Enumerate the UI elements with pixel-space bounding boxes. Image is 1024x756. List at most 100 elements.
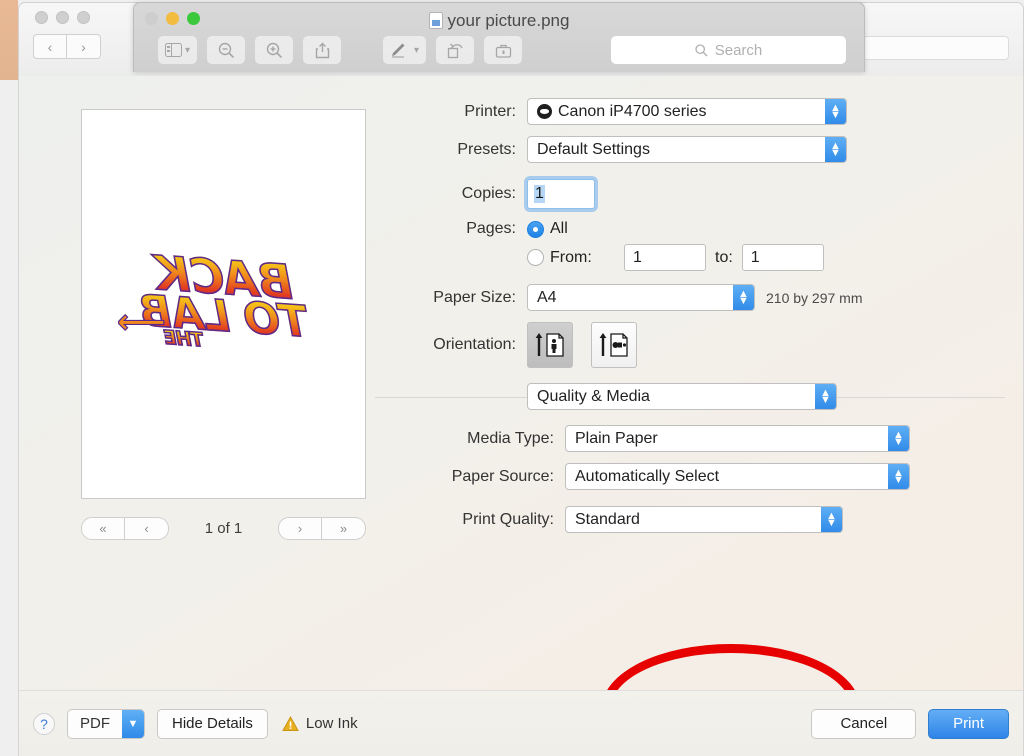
arrow-icon: ⟶ (117, 301, 166, 342)
print-quality-label: Print Quality: (462, 510, 554, 528)
background-window-traffic-lights (35, 11, 90, 24)
help-button[interactable]: ? (33, 712, 55, 735)
print-button[interactable]: Print (928, 708, 1009, 739)
cancel-button[interactable]: Cancel (811, 708, 917, 739)
printer-value: Canon iP4700 series (558, 102, 707, 120)
copies-row: Copies: 1 (375, 179, 1005, 209)
zoom-in-button[interactable] (255, 36, 294, 64)
copies-input[interactable]: 1 (527, 179, 595, 209)
back-button[interactable]: ‹ (33, 34, 67, 59)
pages-from-input[interactable]: 1 (624, 244, 706, 271)
print-preview-page: BACK TO LAB THE ⟶ (81, 109, 366, 499)
print-dialog: BACK TO LAB THE ⟶ « ‹ 1 of 1 › » Printer… (18, 76, 1024, 756)
pdf-button[interactable]: PDF ▼ (67, 708, 145, 739)
landscape-icon (599, 333, 628, 357)
paper-source-row: Paper Source: Automatically Select ▲ ▼ (375, 463, 1005, 490)
pane-select[interactable]: Quality & Media ▲ ▼ (527, 383, 837, 410)
printer-select[interactable]: Canon iP4700 series ▲ ▼ (527, 98, 847, 125)
hide-details-button[interactable]: Hide Details (157, 708, 268, 739)
portrait-icon (535, 333, 564, 357)
paper-source-value: Automatically Select (575, 467, 720, 485)
orientation-landscape-button[interactable] (591, 322, 637, 368)
copies-label: Copies: (461, 185, 516, 202)
page-nav-left-group: « ‹ (81, 517, 169, 540)
media-type-row: Media Type: Plain Paper ▲ ▼ (375, 425, 1005, 452)
warning-icon (282, 715, 299, 731)
stepper-arrows-icon[interactable]: ▲ ▼ (815, 384, 836, 409)
first-page-button[interactable]: « (81, 517, 125, 540)
print-settings: Printer: Canon iP4700 series ▲ ▼ Presets:… (375, 98, 1005, 544)
stepper-arrows-icon[interactable]: ▲ ▼ (825, 137, 846, 162)
share-button[interactable] (303, 36, 342, 64)
pages-all-radio[interactable] (527, 220, 544, 238)
close-icon[interactable] (35, 11, 48, 24)
pages-from-label: From: (550, 248, 592, 266)
paper-size-label: Paper Size: (433, 288, 516, 306)
copies-value: 1 (534, 185, 545, 203)
pages-all-label: All (550, 220, 568, 237)
last-page-button[interactable]: » (322, 517, 366, 540)
pages-all-row: Pages: All (375, 220, 1005, 238)
pdf-button-label: PDF (80, 715, 110, 732)
stepper-arrows-icon[interactable]: ▲ ▼ (733, 285, 754, 310)
pages-range-row: From: 1 to: 1 (375, 244, 1005, 271)
low-ink-label: Low Ink (305, 715, 358, 732)
chevron-down-icon[interactable]: ▼ (122, 709, 144, 738)
window-title-bar: your picture.png (134, 11, 864, 31)
paper-size-row: Paper Size: A4 ▲ ▼ 210 by 297 mm (375, 284, 1005, 311)
paper-source-label: Paper Source: (451, 467, 554, 485)
print-quality-select[interactable]: Standard ▲ ▼ (565, 506, 843, 533)
background-window-nav: ‹ › (33, 34, 101, 59)
pages-to-input[interactable]: 1 (741, 244, 824, 271)
preview-search-field[interactable]: Search (611, 36, 846, 64)
page-nav-right-group: › » (278, 517, 366, 540)
stepper-arrows-icon[interactable]: ▲ ▼ (825, 99, 846, 124)
printer-row: Printer: Canon iP4700 series ▲ ▼ (375, 98, 1005, 125)
chevron-down-icon[interactable]: ▾ (414, 45, 419, 56)
stepper-arrows-icon[interactable]: ▲ ▼ (888, 426, 909, 451)
pages-range-radio[interactable] (527, 249, 544, 266)
search-icon (695, 43, 708, 56)
stepper-arrows-icon[interactable]: ▲ ▼ (821, 507, 842, 532)
paper-size-value: A4 (537, 288, 557, 306)
media-type-value: Plain Paper (575, 429, 658, 447)
rotate-button[interactable] (436, 36, 475, 64)
preview-artwork: BACK TO LAB THE ⟶ (114, 245, 334, 352)
zoom-out-button[interactable] (207, 36, 246, 64)
media-type-select[interactable]: Plain Paper ▲ ▼ (565, 425, 910, 452)
print-quality-value: Standard (575, 510, 640, 528)
low-ink-status: Low Ink (282, 715, 358, 732)
presets-row: Presets: Default Settings ▲ ▼ (375, 136, 1005, 163)
presets-select[interactable]: Default Settings ▲ ▼ (527, 136, 847, 163)
presets-value: Default Settings (537, 140, 650, 158)
presets-label: Presets: (457, 140, 516, 158)
orientation-portrait-button[interactable] (527, 322, 573, 368)
desktop-background (0, 0, 18, 80)
print-quality-row: Print Quality: Standard ▲ ▼ (375, 506, 1005, 533)
pages-to-label: to: (715, 248, 733, 266)
dialog-bottom-bar: ? PDF ▼ Hide Details Low Ink Cancel Prin… (19, 690, 1023, 756)
toolkit-button[interactable] (484, 36, 523, 64)
printer-label: Printer: (464, 102, 516, 120)
forward-button[interactable]: › (67, 34, 101, 59)
paper-source-select[interactable]: Automatically Select ▲ ▼ (565, 463, 910, 490)
page-navigation: « ‹ 1 of 1 › » (81, 517, 366, 540)
preview-toolbar: ▾ ▾ (158, 36, 523, 64)
sidebar-toggle-button[interactable]: ▾ (158, 36, 198, 64)
next-page-button[interactable]: › (278, 517, 322, 540)
maximize-icon[interactable] (77, 11, 90, 24)
media-type-label: Media Type: (467, 429, 554, 447)
orientation-label: Orientation: (433, 336, 516, 353)
screen: ‹ › Search your picture.png ▾ (0, 0, 1024, 756)
minimize-icon[interactable] (56, 11, 69, 24)
stepper-arrows-icon[interactable]: ▲ ▼ (888, 464, 909, 489)
preview-search-placeholder: Search (714, 41, 763, 59)
paper-size-select[interactable]: A4 ▲ ▼ (527, 284, 755, 311)
pages-label: Pages: (466, 220, 516, 237)
orientation-row: Orientation: (375, 322, 1005, 368)
previous-page-button[interactable]: ‹ (125, 517, 169, 540)
page-counter: 1 of 1 (204, 520, 243, 537)
preview-window: your picture.png ▾ ▾ Search (133, 2, 865, 72)
printer-icon (537, 104, 552, 119)
markup-button[interactable]: ▾ (383, 36, 427, 64)
